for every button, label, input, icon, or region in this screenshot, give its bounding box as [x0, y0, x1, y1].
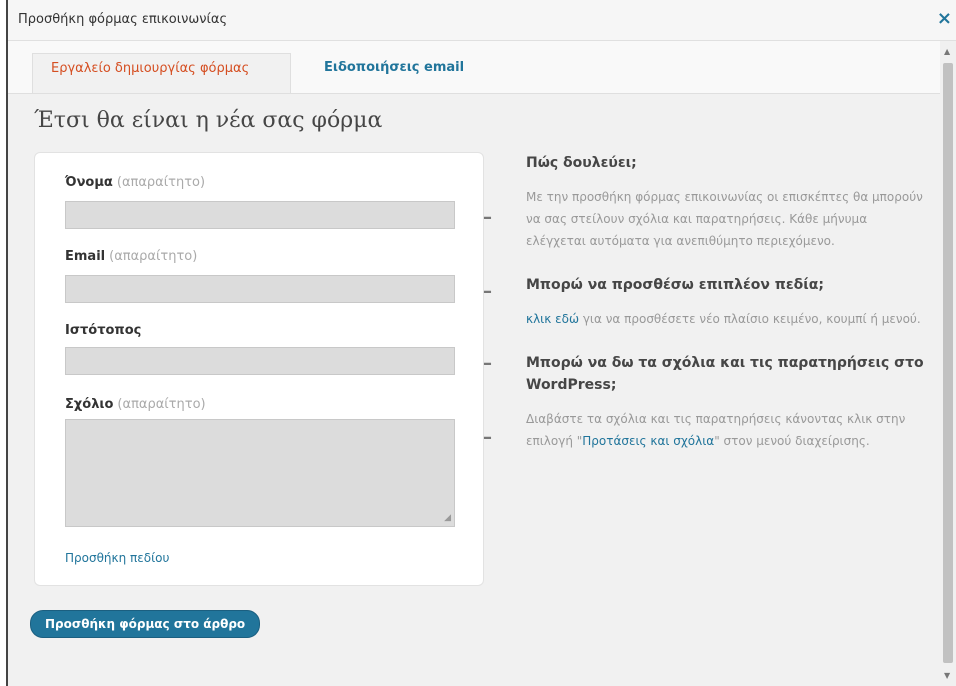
- website-field[interactable]: [65, 347, 455, 375]
- help-heading-how-it-works: Πώς δουλεύει;: [526, 155, 637, 171]
- dialog-title: Προσθήκη φόρμας επικοινωνίας: [18, 12, 228, 27]
- help-text-view-feedback: Διαβάστε τα σχόλια και τις παρατηρήσεις …: [526, 412, 906, 448]
- remove-field-name-button[interactable]: –: [483, 207, 492, 228]
- close-icon[interactable]: ×: [937, 10, 952, 28]
- add-form-to-post-button[interactable]: Προσθήκη φόρμας στο άρθρο: [30, 610, 261, 638]
- field-label-name: Όνομα (απαραίτητο): [65, 175, 206, 190]
- field-label-comment: Σχόλιο (απαραίτητο): [65, 397, 206, 412]
- required-note: (απαραίτητο): [109, 249, 198, 264]
- scroll-down-icon[interactable]: ▼: [944, 671, 950, 680]
- tab-email-notifications[interactable]: Ειδοποιήσεις email: [306, 53, 482, 93]
- remove-field-website-button[interactable]: –: [483, 353, 492, 374]
- name-field[interactable]: [65, 201, 455, 229]
- scrollbar[interactable]: ▲ ▼: [940, 41, 956, 686]
- help-panel: Πώς δουλεύει; Με την προσθήκη φόρμας επι…: [526, 152, 926, 474]
- help-heading-extra-fields: Μπορώ να προσθέσω επιπλέον πεδία;: [526, 277, 824, 293]
- tab-bar: Εργαλείο δημιουργίας φόρμας Ειδοποιήσεις…: [8, 41, 940, 94]
- required-note: (απαραίτητο): [117, 397, 206, 412]
- comment-textarea[interactable]: ◢: [65, 419, 455, 527]
- add-field-link[interactable]: Προσθήκη πεδίου: [65, 551, 169, 565]
- main-content: Έτσι θα είναι η νέα σας φόρμα Όνομα (απαρ…: [8, 94, 940, 686]
- tab-form-builder[interactable]: Εργαλείο δημιουργίας φόρμας: [32, 53, 291, 93]
- resize-grip-icon[interactable]: ◢: [444, 514, 451, 523]
- field-label-email: Email (απαραίτητο): [65, 249, 198, 264]
- page-title: Έτσι θα είναι η νέα σας φόρμα: [34, 108, 383, 133]
- form-preview: Όνομα (απαραίτητο) Email (απαραίτητο) Ιστό…: [34, 152, 492, 586]
- scrollbar-thumb[interactable]: [943, 63, 953, 663]
- email-field[interactable]: [65, 275, 455, 303]
- field-label-website: Ιστότοπος: [65, 323, 142, 338]
- feedback-menu-link[interactable]: Προτάσεις και σχόλια: [582, 434, 714, 448]
- dialog-titlebar: Προσθήκη φόρμας επικοινωνίας ×: [8, 0, 956, 41]
- help-heading-view-feedback: Μπορώ να δω τα σχόλια και τις παρατηρήσε…: [526, 355, 924, 393]
- help-text-how-it-works: Με την προσθήκη φόρμας επικοινωνίας οι ε…: [526, 190, 923, 248]
- remove-field-email-button[interactable]: –: [483, 281, 492, 302]
- help-text-extra-fields: κλικ εδώ για να προσθέσετε νέο πλαίσιο κ…: [526, 312, 921, 326]
- scroll-up-icon[interactable]: ▲: [944, 47, 950, 56]
- click-here-link[interactable]: κλικ εδώ: [526, 312, 579, 326]
- required-note: (απαραίτητο): [116, 175, 206, 190]
- remove-field-comment-button[interactable]: –: [483, 427, 492, 448]
